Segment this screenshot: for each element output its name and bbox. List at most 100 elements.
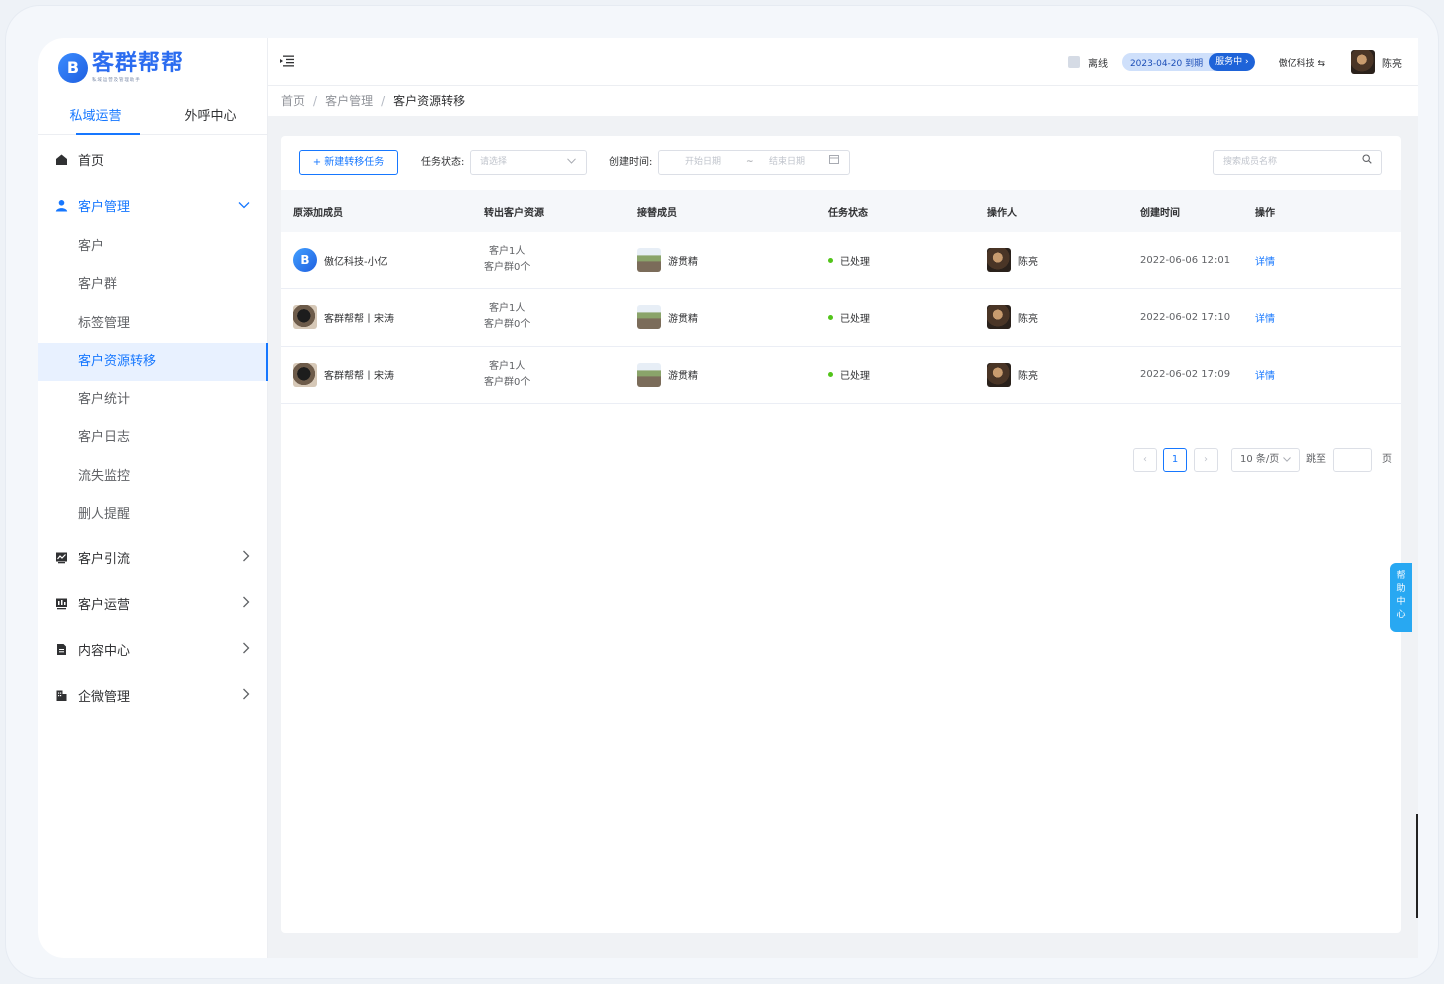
- member-name: 客群帮帮丨宋涛: [324, 313, 394, 325]
- avatar: [987, 305, 1011, 330]
- logo-subtitle: 私域运营及管理助手: [92, 77, 141, 83]
- operator-name: 陈亮: [1018, 313, 1038, 325]
- avatar: [637, 248, 661, 273]
- status-dot: [828, 257, 833, 263]
- member-search-input[interactable]: 搜索成员名称: [1213, 150, 1382, 175]
- status-dot: [828, 372, 833, 378]
- created-time: 2022-06-02 17:10: [1140, 311, 1231, 323]
- chevron-down-icon: [567, 151, 576, 174]
- column-header: 原添加成员: [293, 207, 343, 219]
- offline-label: 离线: [1087, 58, 1108, 70]
- resource-groups: 客户群0个: [484, 376, 531, 388]
- breadcrumb-parent[interactable]: 客户管理: [325, 94, 373, 108]
- device-edge-line: [1416, 814, 1418, 918]
- sidebar-subitem-customer-stats[interactable]: 客户统计: [38, 381, 268, 419]
- sidebar-item-customer-mgmt[interactable]: 客户管理: [38, 182, 268, 228]
- sidebar-item-label: 客户运营: [78, 597, 131, 613]
- end-date-placeholder: 结束日期: [769, 157, 806, 167]
- jump-page-input[interactable]: [1333, 448, 1372, 472]
- table-header: 原添加成员 转出客户资源 接替成员 任务状态 操作人 创建时间 操作: [281, 190, 1401, 232]
- column-header: 操作: [1255, 207, 1275, 219]
- detail-link[interactable]: 详情: [1255, 253, 1275, 268]
- help-center-tab[interactable]: 帮助中心: [1390, 563, 1412, 632]
- page-unit-label: 页: [1382, 454, 1392, 465]
- successor-member: 游贯精: [637, 362, 698, 387]
- member-name: 客群帮帮丨宋涛: [324, 371, 394, 383]
- sidebar-subitem-customer[interactable]: 客户: [38, 228, 268, 266]
- status-text: 已处理: [840, 313, 870, 325]
- sidebar-subitem-customer-group[interactable]: 客户群: [38, 266, 268, 304]
- created-time: 2022-06-06 12:01: [1140, 254, 1231, 266]
- date-range-picker[interactable]: 开始日期 ~ 结束日期: [658, 150, 850, 175]
- user-name[interactable]: 陈亮: [1382, 55, 1402, 70]
- sidebar-subitem-tag-mgmt[interactable]: 标签管理: [38, 305, 268, 343]
- next-page-button[interactable]: ›: [1194, 448, 1218, 472]
- sidebar-item-wecom-mgmt[interactable]: 企微管理: [38, 672, 268, 718]
- successor-member: 游贯精: [637, 248, 698, 273]
- status-filter-label: 任务状态:: [421, 157, 465, 168]
- original-member: B 傲亿科技-小亿: [293, 248, 388, 273]
- range-separator: ~: [746, 157, 754, 167]
- offline-status[interactable]: 离线: [1067, 55, 1108, 70]
- user-icon: [54, 198, 68, 212]
- sidebar-item-customer-operation[interactable]: 客户运营: [38, 580, 268, 626]
- sidebar-subitem-resource-transfer[interactable]: 客户资源转移: [38, 342, 268, 382]
- sidebar-item-label: 首页: [78, 153, 105, 169]
- tab-private-operation[interactable]: 私域运营: [38, 102, 153, 135]
- logo-title: 客群帮帮: [92, 51, 185, 76]
- successor-name: 游贯精: [668, 256, 698, 268]
- document-icon: [54, 642, 68, 656]
- jump-label: 跳至: [1306, 454, 1326, 465]
- sidebar-item-label: 企微管理: [78, 689, 131, 705]
- menu-fold-icon[interactable]: [280, 52, 294, 71]
- search-placeholder: 搜索成员名称: [1223, 157, 1278, 167]
- successor-member: 游贯精: [637, 305, 698, 330]
- sidebar-subitem-churn-monitor[interactable]: 流失监控: [38, 458, 268, 496]
- app-screen: B 客群帮帮 私域运营及管理助手 私域运营 外呼中心 首页 客户管理 客户 客户…: [38, 38, 1418, 958]
- page-size-value: 10 条/页: [1240, 454, 1280, 465]
- original-member: 客群帮帮丨宋涛: [293, 362, 394, 387]
- page-number-button[interactable]: 1: [1163, 448, 1187, 472]
- chevron-down-icon: [1283, 457, 1292, 462]
- status-select[interactable]: 请选择: [470, 150, 587, 175]
- created-time-label: 创建时间:: [609, 157, 653, 168]
- content-card: + 新建转移任务 任务状态: 请选择 创建时间: 开始日期 ~ 结束日期 搜索成…: [281, 136, 1401, 933]
- avatar: B: [293, 248, 317, 273]
- expiry-badge[interactable]: 2023-04-20 到期 服务中 ›: [1121, 53, 1255, 71]
- start-date-placeholder: 开始日期: [685, 157, 722, 167]
- sidebar-item-customer-guide[interactable]: 客户引流: [38, 534, 268, 580]
- resource-groups: 客户群0个: [484, 262, 531, 274]
- resource-customers: 客户1人: [489, 303, 526, 315]
- building-icon: [54, 688, 68, 702]
- breadcrumb-home[interactable]: 首页: [281, 94, 305, 108]
- transferred-resources: 客户1人 客户群0个: [484, 244, 530, 276]
- sidebar-item-content-center[interactable]: 内容中心: [38, 626, 268, 672]
- device-frame: B 客群帮帮 私域运营及管理助手 私域运营 外呼中心 首页 客户管理 客户 客户…: [6, 6, 1438, 978]
- avatar[interactable]: [1351, 50, 1375, 74]
- breadcrumb-separator: /: [381, 94, 386, 108]
- new-transfer-task-button[interactable]: + 新建转移任务: [299, 150, 398, 175]
- search-icon[interactable]: [1362, 151, 1372, 174]
- pagination: ‹ 1 › 10 条/页 跳至 页: [281, 448, 1401, 472]
- detail-link[interactable]: 详情: [1255, 310, 1275, 325]
- sidebar-subitem-delete-alert[interactable]: 删人提醒: [38, 496, 268, 534]
- sidebar-subitem-customer-log[interactable]: 客户日志: [38, 419, 268, 457]
- sidebar-item-label: 客户引流: [78, 551, 131, 567]
- tab-call-center[interactable]: 外呼中心: [153, 102, 268, 134]
- table-row: B 傲亿科技-小亿 客户1人 客户群0个 游贯精 已处理 陈亮 2022-06-…: [281, 232, 1401, 290]
- help-center-label: 帮助中心: [1396, 571, 1406, 620]
- detail-link[interactable]: 详情: [1255, 367, 1275, 382]
- sidebar-item-home[interactable]: 首页: [38, 136, 268, 182]
- avatar: [637, 305, 661, 330]
- filter-toolbar: + 新建转移任务 任务状态: 请选择 创建时间: 开始日期 ~ 结束日期 搜索成…: [281, 150, 1401, 176]
- table-row: 客群帮帮丨宋涛 客户1人 客户群0个 游贯精 已处理 陈亮 2022-06-02…: [281, 289, 1401, 347]
- prev-page-button[interactable]: ‹: [1133, 448, 1157, 472]
- company-switcher[interactable]: 傲亿科技 ⇆: [1279, 56, 1325, 69]
- successor-name: 游贯精: [668, 371, 698, 383]
- status-dot: [828, 314, 833, 320]
- page-size-select[interactable]: 10 条/页: [1231, 448, 1300, 472]
- status-badge: 已处理: [828, 253, 870, 268]
- table-row: 客群帮帮丨宋涛 客户1人 客户群0个 游贯精 已处理 陈亮 2022-06-02…: [281, 347, 1401, 404]
- phone-icon: [1067, 56, 1080, 68]
- sidebar-item-label: 内容中心: [78, 643, 131, 659]
